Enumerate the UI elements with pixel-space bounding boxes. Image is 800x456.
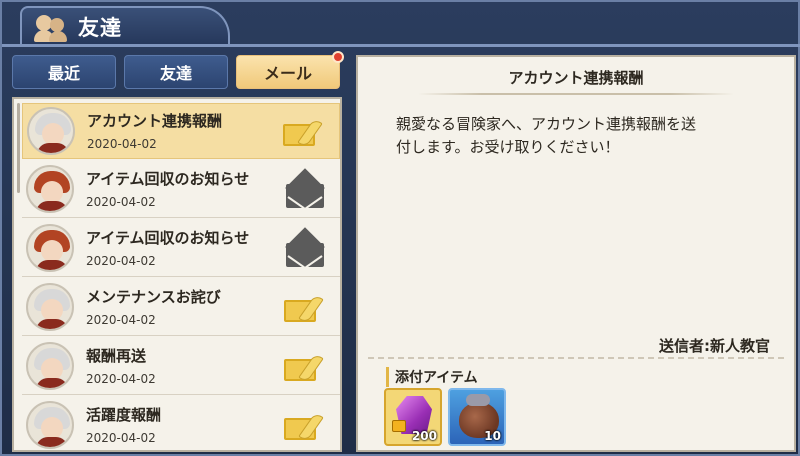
read-envelope-icon bbox=[283, 117, 327, 150]
avatar bbox=[26, 283, 74, 331]
mail-date: 2020-04-02 bbox=[86, 372, 156, 386]
avatar bbox=[26, 342, 74, 390]
mail-date: 2020-04-02 bbox=[87, 137, 157, 151]
read-envelope-icon bbox=[284, 411, 328, 444]
read-envelope-icon bbox=[284, 352, 328, 385]
title-tab: 友達 bbox=[20, 6, 230, 46]
pouch-tie-icon bbox=[466, 394, 490, 406]
unread-envelope-icon bbox=[285, 168, 325, 210]
mail-body-line: 付します。お受け取りください！ bbox=[396, 138, 620, 156]
tab-mail[interactable]: メール bbox=[236, 51, 344, 89]
item-quantity: 200 bbox=[411, 429, 437, 443]
mail-detail-title: アカウント連携報酬 bbox=[508, 69, 644, 87]
avatar bbox=[26, 224, 74, 272]
mail-item[interactable]: アイテム回収のお知らせ 2020-04-02 bbox=[22, 221, 340, 277]
avatar bbox=[27, 107, 75, 155]
friends-icon bbox=[34, 12, 68, 42]
mail-date: 2020-04-02 bbox=[86, 431, 156, 445]
item-quantity: 10 bbox=[484, 429, 501, 443]
attachments-label: 添付アイテム bbox=[386, 367, 478, 387]
attachment-item-gem[interactable]: 200 bbox=[384, 388, 442, 446]
read-envelope-icon bbox=[284, 293, 328, 326]
lock-icon bbox=[392, 420, 406, 432]
mail-item[interactable]: アイテム回収のお知らせ 2020-04-02 bbox=[22, 162, 340, 218]
mail-item[interactable]: 活躍度報酬 2020-04-02 bbox=[22, 398, 340, 450]
notification-dot-icon bbox=[332, 51, 344, 63]
mail-item[interactable]: メンテナンスお詫び 2020-04-02 bbox=[22, 280, 340, 336]
tab-recent-label: 最近 bbox=[47, 64, 80, 83]
tab-friends-label: 友達 bbox=[159, 64, 192, 83]
avatar bbox=[26, 401, 74, 449]
mail-sender: 送信者:新人教官 bbox=[659, 337, 770, 355]
page-title: 友達 bbox=[78, 16, 122, 40]
mail-list[interactable]: アカウント連携報酬 2020-04-02 アイテム回収のお知らせ 2020-04… bbox=[12, 97, 342, 452]
tab-mail-label: メール bbox=[263, 64, 312, 83]
unread-envelope-icon bbox=[285, 227, 325, 269]
mail-title: 活躍度報酬 bbox=[86, 406, 162, 424]
mail-title: アイテム回収のお知らせ bbox=[86, 170, 250, 188]
mail-item[interactable]: 報酬再送 2020-04-02 bbox=[22, 339, 340, 395]
mail-item[interactable]: アカウント連携報酬 2020-04-02 bbox=[22, 103, 340, 159]
scrollbar[interactable] bbox=[17, 103, 20, 193]
window-frame: 友達 最近 友達 メール アカウント連携報酬 2020-04-02 アイテム回収… bbox=[0, 0, 800, 456]
mail-title: 報酬再送 bbox=[86, 347, 147, 365]
tab-recent[interactable]: 最近 bbox=[12, 55, 116, 89]
mail-date: 2020-04-02 bbox=[86, 313, 156, 327]
mail-date: 2020-04-02 bbox=[86, 195, 156, 209]
mail-title: アカウント連携報酬 bbox=[87, 112, 223, 130]
tab-friends[interactable]: 友達 bbox=[124, 55, 228, 89]
mail-title: メンテナンスお詫び bbox=[86, 288, 221, 306]
mail-date: 2020-04-02 bbox=[86, 254, 156, 268]
mail-detail-panel: アカウント連携報酬 親愛なる冒険家へ、アカウント連携報酬を送 付します。お受け取… bbox=[356, 55, 796, 452]
mail-body-line: 親愛なる冒険家へ、アカウント連携報酬を送 bbox=[396, 115, 697, 133]
title-divider bbox=[418, 93, 734, 95]
attachment-item-pouch[interactable]: 10 bbox=[448, 388, 506, 446]
avatar bbox=[26, 165, 74, 213]
mail-body: 親愛なる冒険家へ、アカウント連携報酬を送 付します。お受け取りください！ bbox=[396, 113, 756, 159]
header-divider bbox=[2, 44, 800, 47]
dashed-divider bbox=[368, 357, 784, 359]
mail-title: アイテム回収のお知らせ bbox=[86, 229, 250, 247]
